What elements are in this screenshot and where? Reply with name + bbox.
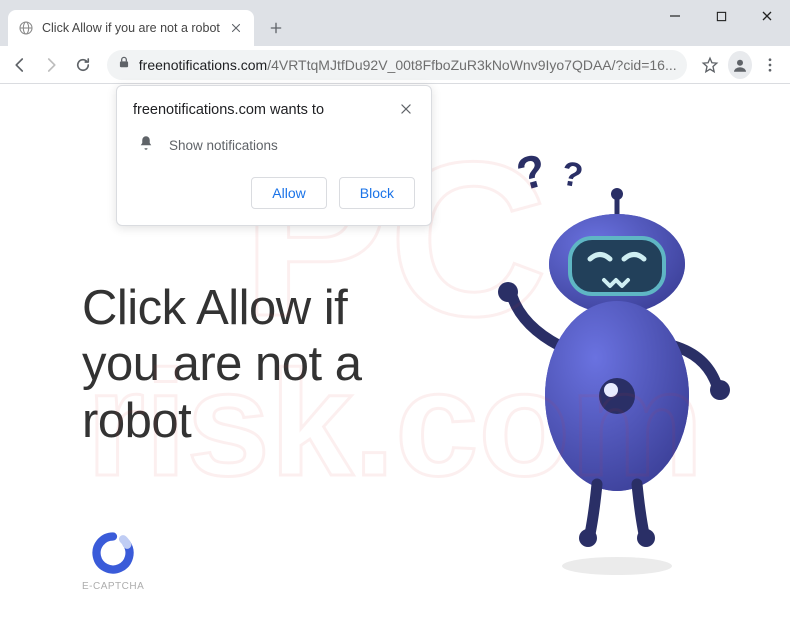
allow-button[interactable]: Allow (251, 177, 326, 209)
lock-icon (117, 55, 131, 74)
headline-line-1: Click Allow if (82, 280, 362, 336)
svg-text:?: ? (559, 154, 586, 195)
window-controls (652, 0, 790, 32)
block-button[interactable]: Block (339, 177, 415, 209)
profile-avatar[interactable] (728, 51, 752, 79)
permission-dialog: freenotifications.com wants to Show noti… (116, 85, 432, 226)
captcha-badge: E-CAPTCHA (82, 531, 144, 592)
captcha-label: E-CAPTCHA (82, 581, 144, 592)
back-button[interactable] (6, 49, 34, 81)
bookmark-star-icon[interactable] (697, 49, 725, 81)
browser-tab[interactable]: Click Allow if you are not a robot (8, 10, 254, 46)
headline: Click Allow if you are not a robot (82, 280, 362, 449)
globe-icon (18, 20, 34, 36)
new-tab-button[interactable] (262, 14, 290, 42)
forward-button[interactable] (38, 49, 66, 81)
headline-line-2: you are not a (82, 336, 362, 392)
minimize-button[interactable] (652, 0, 698, 32)
headline-line-3: robot (82, 393, 362, 449)
menu-button[interactable] (756, 49, 784, 81)
permission-capability-text: Show notifications (169, 138, 278, 153)
url-text: freenotifications.com/4VRTtqMJtfDu92V_00… (139, 57, 677, 73)
permission-origin-text: freenotifications.com wants to (133, 102, 399, 118)
tab-title: Click Allow if you are not a robot (42, 21, 220, 35)
close-tab-icon[interactable] (228, 20, 244, 36)
close-icon[interactable] (399, 102, 415, 118)
address-bar[interactable]: freenotifications.com/4VRTtqMJtfDu92V_00… (107, 50, 687, 80)
maximize-button[interactable] (698, 0, 744, 32)
close-window-button[interactable] (744, 0, 790, 32)
window-titlebar: Click Allow if you are not a robot (0, 0, 790, 46)
robot-illustration: ? ? (482, 146, 742, 576)
reload-button[interactable] (69, 49, 97, 81)
bell-icon (137, 134, 155, 157)
svg-text:?: ? (511, 146, 552, 201)
captcha-c-icon (91, 531, 135, 575)
browser-toolbar: freenotifications.com/4VRTtqMJtfDu92V_00… (0, 46, 790, 84)
